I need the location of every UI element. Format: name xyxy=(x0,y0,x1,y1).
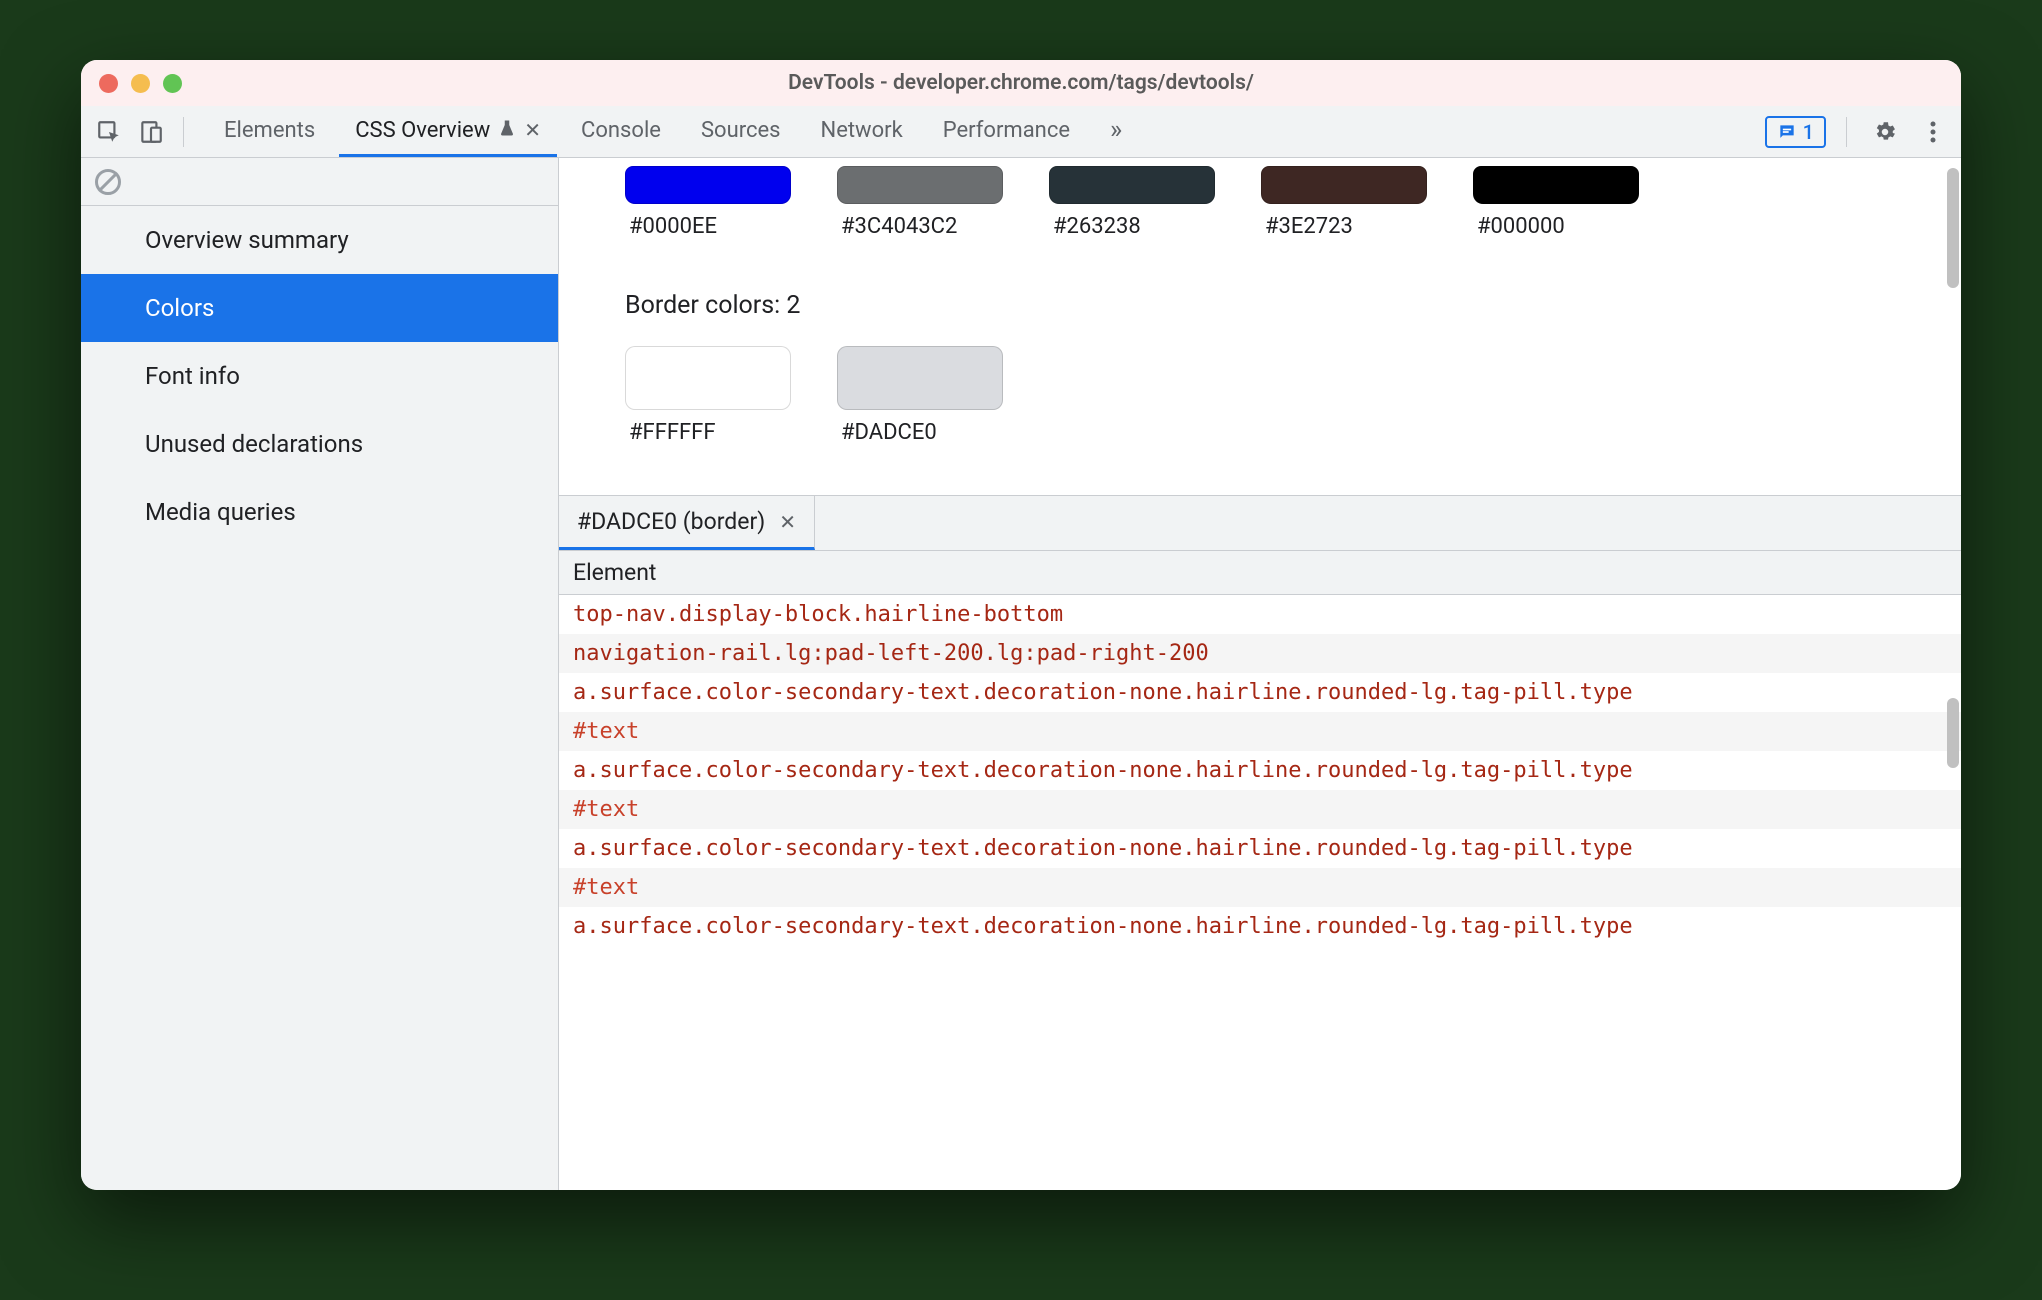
table-column-header: Element xyxy=(559,550,1961,595)
zoom-window-button[interactable] xyxy=(163,74,182,93)
titlebar: DevTools - developer.chrome.com/tags/dev… xyxy=(81,60,1961,106)
element-rows: top-nav.display-block.hairline-bottomnav… xyxy=(559,595,1961,946)
tab-performance[interactable]: Performance xyxy=(927,106,1086,157)
swatch-label: #FFFFFF xyxy=(625,420,791,445)
kebab-menu-icon[interactable] xyxy=(1915,114,1951,150)
swatch-label: #DADCE0 xyxy=(837,420,1003,445)
tab-label: Performance xyxy=(943,118,1070,143)
swatch-box xyxy=(1473,166,1639,204)
scrollbar-thumb[interactable] xyxy=(1947,698,1959,768)
swatch-box xyxy=(1261,166,1427,204)
swatch-box xyxy=(837,346,1003,410)
panel-tabs: Elements CSS Overview ✕ Console Sources … xyxy=(208,106,1138,157)
swatch-label: #000000 xyxy=(1473,214,1639,239)
color-swatch[interactable]: #000000 xyxy=(1473,166,1639,239)
issues-count: 1 xyxy=(1803,120,1814,144)
device-toolbar-icon[interactable] xyxy=(133,114,169,150)
tab-css-overview[interactable]: CSS Overview ✕ xyxy=(339,106,557,157)
chat-icon xyxy=(1777,122,1797,142)
toolbar-right: 1 xyxy=(1765,114,1951,150)
detail-tab[interactable]: #DADCE0 (border) ✕ xyxy=(559,496,815,550)
detail-tab-label: #DADCE0 (border) xyxy=(577,508,765,535)
sidebar-item-unused-declarations[interactable]: Unused declarations xyxy=(81,410,558,478)
element-row[interactable]: top-nav.display-block.hairline-bottom xyxy=(559,595,1961,634)
sidebar: Overview summary Colors Font info Unused… xyxy=(81,158,559,1190)
swatch-box xyxy=(837,166,1003,204)
detail-tabbar: #DADCE0 (border) ✕ xyxy=(559,495,1961,550)
element-row[interactable]: a.surface.color-secondary-text.decoratio… xyxy=(559,829,1961,868)
tab-label: Console xyxy=(581,118,661,143)
tab-label: Sources xyxy=(701,118,781,143)
tab-elements[interactable]: Elements xyxy=(208,106,331,157)
tab-label: Elements xyxy=(224,118,315,143)
element-row[interactable]: a.surface.color-secondary-text.decoratio… xyxy=(559,751,1961,790)
close-window-button[interactable] xyxy=(99,74,118,93)
colors-content: #0000EE #3C4043C2 #263238 #3E2723 #000000 Bo… xyxy=(559,158,1961,465)
swatch-box xyxy=(625,346,791,410)
sidebar-item-media-queries[interactable]: Media queries xyxy=(81,478,558,546)
swatch-box xyxy=(625,166,791,204)
tab-sources[interactable]: Sources xyxy=(685,106,797,157)
sidebar-item-colors[interactable]: Colors xyxy=(81,274,558,342)
flask-icon xyxy=(498,118,516,143)
swatch-box xyxy=(1049,166,1215,204)
close-tab-icon[interactable]: ✕ xyxy=(524,118,541,142)
toolbar-divider xyxy=(1846,117,1847,147)
tab-console[interactable]: Console xyxy=(565,106,677,157)
gear-icon[interactable] xyxy=(1867,114,1903,150)
swatch-label: #263238 xyxy=(1049,214,1215,239)
overflow-glyph: » xyxy=(1110,115,1122,145)
element-row[interactable]: a.surface.color-secondary-text.decoratio… xyxy=(559,673,1961,712)
sidebar-header xyxy=(81,158,558,206)
swatch-label: #3E2723 xyxy=(1261,214,1427,239)
sidebar-item-overview-summary[interactable]: Overview summary xyxy=(81,206,558,274)
tab-label: CSS Overview xyxy=(355,118,490,143)
sidebar-item-font-info[interactable]: Font info xyxy=(81,342,558,410)
element-row[interactable]: a.surface.color-secondary-text.decoratio… xyxy=(559,907,1961,946)
section-title-border-colors: Border colors: 2 xyxy=(625,291,1961,320)
color-swatch[interactable]: #0000EE xyxy=(625,166,791,239)
color-swatch-row: #0000EE #3C4043C2 #263238 #3E2723 #000000 xyxy=(625,158,1961,239)
element-row[interactable]: #text xyxy=(559,790,1961,829)
color-swatch[interactable]: #FFFFFF xyxy=(625,346,791,445)
swatch-label: #3C4043C2 xyxy=(837,214,1003,239)
devtools-window: DevTools - developer.chrome.com/tags/dev… xyxy=(81,60,1961,1190)
main-panel: #0000EE #3C4043C2 #263238 #3E2723 #000000 Bo… xyxy=(559,158,1961,1190)
color-swatch[interactable]: #DADCE0 xyxy=(837,346,1003,445)
color-swatch[interactable]: #3E2723 xyxy=(1261,166,1427,239)
panel-body: Overview summary Colors Font info Unused… xyxy=(81,158,1961,1190)
main-toolbar: Elements CSS Overview ✕ Console Sources … xyxy=(81,106,1961,158)
tab-network[interactable]: Network xyxy=(805,106,919,157)
element-row[interactable]: navigation-rail.lg:pad-left-200.lg:pad-r… xyxy=(559,634,1961,673)
color-swatch[interactable]: #3C4043C2 xyxy=(837,166,1003,239)
border-swatch-row: #FFFFFF #DADCE0 xyxy=(625,338,1961,445)
swatch-label: #0000EE xyxy=(625,214,791,239)
clear-icon[interactable] xyxy=(95,169,121,195)
issues-badge[interactable]: 1 xyxy=(1765,116,1826,148)
color-swatch[interactable]: #263238 xyxy=(1049,166,1215,239)
toolbar-divider xyxy=(183,117,184,147)
element-row[interactable]: #text xyxy=(559,868,1961,907)
close-detail-tab-icon[interactable]: ✕ xyxy=(779,510,796,534)
minimize-window-button[interactable] xyxy=(131,74,150,93)
element-row[interactable]: #text xyxy=(559,712,1961,751)
tab-label: Network xyxy=(821,118,903,143)
traffic-lights xyxy=(99,74,182,93)
window-title: DevTools - developer.chrome.com/tags/dev… xyxy=(81,71,1961,95)
inspect-element-icon[interactable] xyxy=(91,114,127,150)
scrollbar-thumb[interactable] xyxy=(1947,168,1959,288)
tabs-overflow-button[interactable]: » xyxy=(1094,106,1138,157)
